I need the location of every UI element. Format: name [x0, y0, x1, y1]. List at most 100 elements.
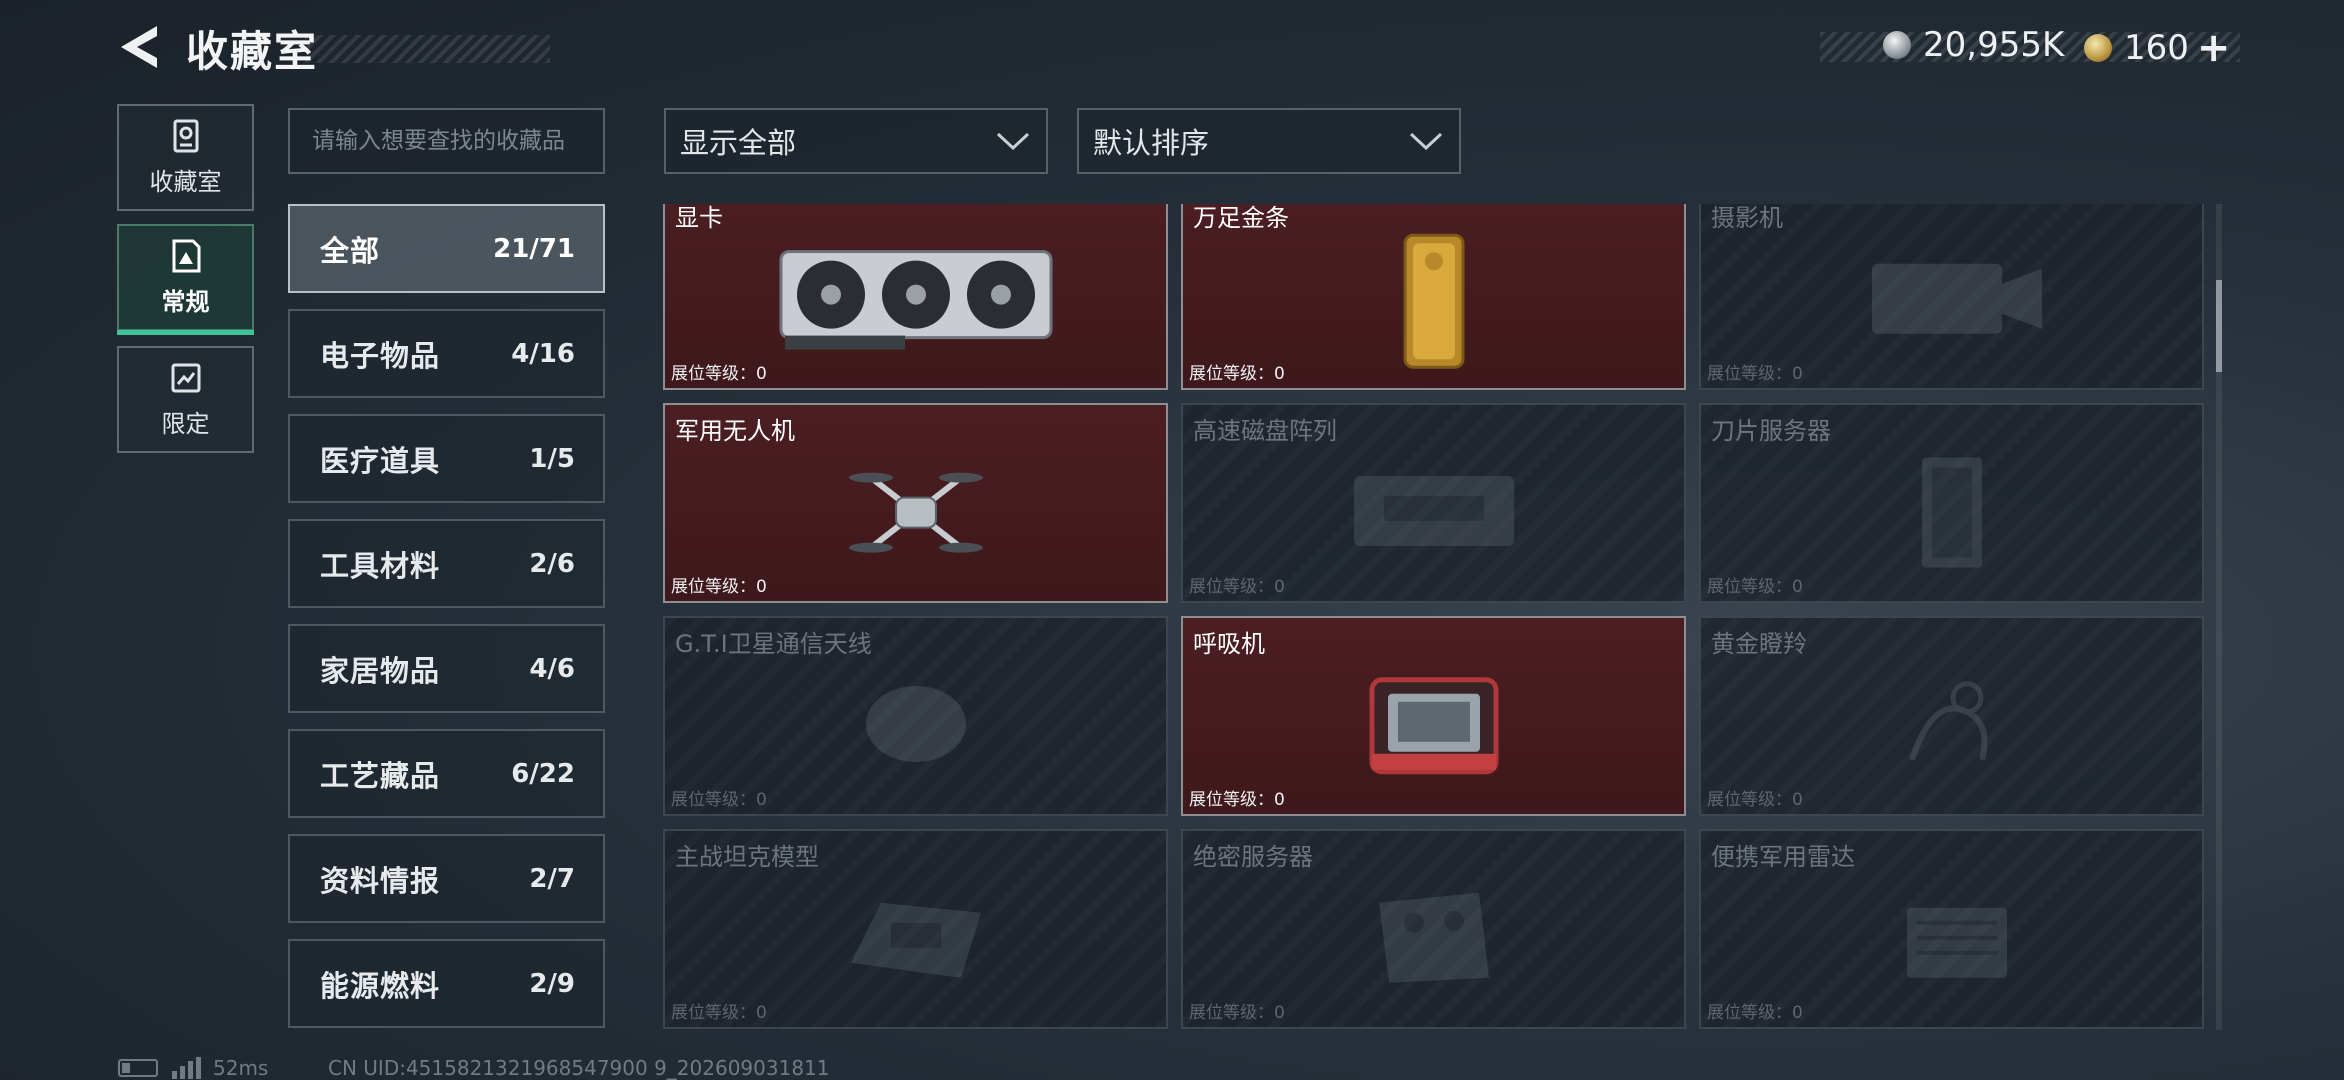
item-card-tank-model[interactable]: 主战坦克模型 展位等级：0 — [663, 829, 1168, 1029]
side-tab-collection-room[interactable]: 收藏室 — [117, 104, 254, 211]
item-display-level: 展位等级：0 — [671, 790, 767, 810]
item-card-gold-bar[interactable]: 万足金条 展位等级：0 — [1181, 204, 1686, 390]
category-household[interactable]: 家居物品 4/6 — [288, 624, 605, 713]
portable-radar-image — [1906, 907, 2007, 978]
category-count: 4/6 — [529, 653, 575, 684]
item-name: 便携军用雷达 — [1711, 843, 1855, 871]
item-name: 摄影机 — [1711, 204, 1783, 232]
sort-dropdown[interactable]: 默认排序 — [1077, 108, 1461, 174]
item-name: 绝密服务器 — [1193, 843, 1313, 871]
item-card-top-secret-server[interactable]: 绝密服务器 展位等级：0 — [1181, 829, 1686, 1029]
search-box[interactable] — [288, 108, 605, 174]
item-card-disk-array[interactable]: 高速磁盘阵列 展位等级：0 — [1181, 403, 1686, 603]
ping-value: 52ms — [213, 1055, 269, 1080]
category-name: 能源燃料 — [320, 968, 441, 1003]
item-display-level: 展位等级：0 — [1707, 364, 1803, 384]
silver-currency: 20,955K — [1883, 25, 2064, 65]
item-display-level: 展位等级：0 — [1189, 364, 1285, 384]
title-decoration — [305, 35, 550, 63]
display-filter-dropdown[interactable]: 显示全部 — [664, 108, 1048, 174]
status-footer: 52ms CN UID:4515821321968547900 9_202609… — [118, 1055, 830, 1080]
gold-bar-image — [1403, 233, 1464, 369]
category-count: 4/16 — [511, 338, 575, 369]
tank-model-image — [850, 902, 981, 978]
side-tab-label: 限定 — [161, 410, 210, 438]
category-count: 2/9 — [529, 968, 575, 999]
top-bar: 收藏室 20,955K 160 + — [0, 0, 2344, 100]
item-name: 主战坦克模型 — [675, 843, 819, 871]
item-display-level: 展位等级：0 — [1707, 790, 1803, 810]
item-name: 刀片服务器 — [1711, 417, 1831, 445]
item-display-level: 展位等级：0 — [671, 1003, 767, 1023]
category-tools[interactable]: 工具材料 2/6 — [288, 519, 605, 608]
side-tab-label: 常规 — [161, 288, 210, 316]
item-name: G.T.I卫星通信天线 — [675, 630, 872, 658]
side-tab-regular[interactable]: 常规 — [117, 224, 254, 335]
category-count: 2/7 — [529, 863, 575, 894]
category-count: 2/6 — [529, 548, 575, 579]
signal-icon — [172, 1056, 201, 1079]
display-filter-value: 显示全部 — [680, 126, 797, 160]
side-tab-limited[interactable]: 限定 — [117, 346, 254, 453]
category-intel[interactable]: 资料情报 2/7 — [288, 834, 605, 923]
item-display-level: 展位等级：0 — [1189, 1003, 1285, 1023]
gazelle-statue-image — [1908, 681, 1987, 761]
category-count: 21/71 — [493, 233, 575, 264]
item-card-blade-server[interactable]: 刀片服务器 展位等级：0 — [1699, 403, 2204, 603]
ventilator-image — [1369, 677, 1498, 775]
uid-text: CN UID:4515821321968547900 9_20260903181… — [328, 1055, 830, 1080]
item-display-level: 展位等级：0 — [1189, 577, 1285, 597]
side-tab-label: 收藏室 — [149, 168, 222, 196]
category-name: 工艺藏品 — [320, 758, 441, 793]
category-name: 电子物品 — [320, 338, 441, 373]
item-card-camera[interactable]: 摄影机 展位等级：0 — [1699, 204, 2204, 390]
graphics-card-image — [779, 250, 1052, 350]
page-title: 收藏室 — [186, 27, 319, 76]
item-name: 黄金瞪羚 — [1711, 630, 1807, 658]
category-name: 全部 — [320, 233, 381, 268]
item-card-golden-gazelle[interactable]: 黄金瞪羚 展位等级：0 — [1699, 616, 2204, 816]
gold-currency[interactable]: 160 + — [2084, 25, 2230, 71]
sort-value: 默认排序 — [1093, 126, 1210, 160]
category-count: 1/5 — [529, 443, 575, 474]
item-display-level: 展位等级：0 — [671, 577, 767, 597]
item-card-portable-radar[interactable]: 便携军用雷达 展位等级：0 — [1699, 829, 2204, 1029]
collection-icon — [173, 119, 198, 153]
scrollbar-thumb[interactable] — [2216, 280, 2222, 372]
item-name: 军用无人机 — [675, 417, 795, 445]
category-medical[interactable]: 医疗道具 1/5 — [288, 414, 605, 503]
limited-icon — [171, 363, 200, 393]
regular-icon — [172, 239, 200, 273]
silver-coin-icon — [1883, 31, 1911, 59]
camera-image — [1871, 263, 2042, 334]
item-card-ventilator[interactable]: 呼吸机 展位等级：0 — [1181, 616, 1686, 816]
battery-icon — [118, 1058, 158, 1077]
satellite-antenna-image — [865, 686, 966, 762]
category-name: 资料情报 — [320, 863, 441, 898]
item-display-level: 展位等级：0 — [1707, 577, 1803, 597]
gold-currency-value: 160 — [2124, 28, 2189, 68]
search-input[interactable] — [312, 128, 581, 154]
grid-scrollbar[interactable] — [2216, 204, 2222, 1030]
chevron-down-icon — [1409, 132, 1443, 151]
category-energy[interactable]: 能源燃料 2/9 — [288, 939, 605, 1028]
back-button[interactable] — [115, 22, 163, 72]
category-electronics[interactable]: 电子物品 4/16 — [288, 309, 605, 398]
disk-array-image — [1353, 476, 1514, 546]
category-all[interactable]: 全部 21/71 — [288, 204, 605, 293]
category-name: 家居物品 — [320, 653, 441, 688]
secret-server-image — [1378, 892, 1489, 983]
chevron-down-icon — [996, 132, 1030, 151]
item-display-level: 展位等级：0 — [1707, 1003, 1803, 1023]
add-currency-button[interactable]: + — [2197, 25, 2231, 71]
item-card-military-drone[interactable]: 军用无人机 展位等级：0 — [663, 403, 1168, 603]
collection-grid[interactable]: 显卡 展位等级：0 万足金条 展位等级：0 摄影机 展位等级：0 军用无人机 展… — [660, 204, 2212, 1030]
item-display-level: 展位等级：0 — [671, 364, 767, 384]
drone-image — [848, 472, 983, 553]
category-crafts[interactable]: 工艺藏品 6/22 — [288, 729, 605, 818]
category-count: 6/22 — [511, 758, 575, 789]
item-card-gpu[interactable]: 显卡 展位等级：0 — [663, 204, 1168, 390]
category-name: 医疗道具 — [320, 443, 441, 478]
item-card-satellite-antenna[interactable]: G.T.I卫星通信天线 展位等级：0 — [663, 616, 1168, 816]
silver-currency-value: 20,955K — [1923, 25, 2065, 65]
